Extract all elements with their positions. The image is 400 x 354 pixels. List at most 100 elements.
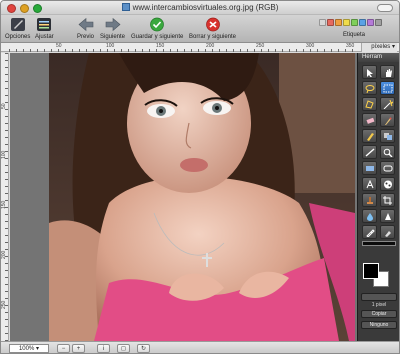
ruler-label: 200 bbox=[1, 250, 7, 259]
save-next-label: Guardar y siguiente bbox=[131, 34, 184, 40]
options-label: Opciones bbox=[5, 34, 31, 40]
tool-stamp-button[interactable] bbox=[362, 193, 377, 207]
document-icon bbox=[121, 3, 130, 11]
adjust-button[interactable]: Ajustar bbox=[35, 17, 54, 40]
info-icon: i bbox=[102, 346, 105, 352]
eyedropper-icon bbox=[366, 229, 375, 237]
next-label: Siguiente bbox=[100, 34, 126, 40]
none-select-value: Ninguno bbox=[369, 322, 389, 328]
ruler-label: 350 bbox=[346, 43, 355, 49]
palette-title: Herram bbox=[358, 53, 399, 62]
ruler-label: 250 bbox=[1, 300, 7, 309]
tool-lasso-button[interactable] bbox=[362, 81, 377, 95]
tool-eraser-button[interactable] bbox=[362, 113, 377, 127]
clone-icon bbox=[384, 133, 392, 140]
tool-poly-lasso-button[interactable] bbox=[362, 97, 377, 111]
tag-swatch[interactable] bbox=[327, 19, 334, 26]
title-bar: www.intercambiosvirtuales.org.jpg (RGB) bbox=[1, 1, 399, 15]
tag-swatch[interactable] bbox=[351, 19, 358, 26]
zoom-out-icon: − bbox=[61, 346, 66, 352]
pencil-icon bbox=[367, 133, 374, 141]
ruler-ticks bbox=[5, 53, 8, 341]
delete-next-label: Borrar y siguiente bbox=[189, 34, 237, 40]
tool-magic-wand-button[interactable] bbox=[380, 97, 395, 111]
poly-lasso-icon bbox=[365, 100, 374, 109]
tag-swatch[interactable] bbox=[359, 19, 366, 26]
tool-clone-button[interactable] bbox=[380, 129, 395, 143]
tool-pattern-button[interactable] bbox=[380, 177, 395, 191]
unit-select[interactable]: píxeles ▾ bbox=[361, 43, 397, 52]
rounded-rect-icon bbox=[383, 165, 393, 172]
tool-hand-button[interactable] bbox=[380, 65, 395, 79]
rectangle-icon bbox=[366, 166, 374, 171]
tool-brush-button[interactable] bbox=[380, 113, 395, 127]
delete-next-button[interactable]: Borrar y siguiente bbox=[189, 17, 236, 40]
vertical-ruler: 50 100 150 200 250 bbox=[1, 53, 9, 341]
tag-swatch[interactable] bbox=[343, 19, 350, 26]
tool-eyedropper-button[interactable] bbox=[362, 225, 377, 239]
tool-pencil-button[interactable] bbox=[362, 129, 377, 143]
zoom-out-button[interactable]: − bbox=[57, 344, 70, 353]
tool-rect-select-button[interactable] bbox=[380, 81, 395, 95]
adjust-icon bbox=[37, 18, 52, 31]
zoom-select[interactable]: 100% ▾ bbox=[9, 344, 49, 353]
none-select[interactable]: Ninguno bbox=[361, 321, 397, 329]
adjust-label: Ajustar bbox=[35, 34, 54, 40]
tag-swatch[interactable] bbox=[375, 19, 382, 26]
brush-size-bar[interactable] bbox=[362, 241, 396, 246]
image-canvas[interactable] bbox=[49, 53, 355, 341]
close-window-button[interactable] bbox=[7, 4, 16, 13]
tool-sharpen-button[interactable] bbox=[380, 209, 395, 223]
horizontal-ruler: 50 100 150 200 250 300 350 píxeles ▾ bbox=[1, 43, 399, 52]
tool-crop-button[interactable] bbox=[380, 193, 395, 207]
stamp-icon bbox=[367, 197, 373, 204]
photo-image bbox=[49, 53, 355, 341]
info-button[interactable]: i bbox=[97, 344, 110, 353]
tool-line-button[interactable] bbox=[362, 145, 377, 159]
ruler-label: 200 bbox=[206, 43, 215, 49]
eraser-icon bbox=[366, 117, 375, 124]
brush-hand-icon bbox=[385, 231, 391, 237]
previous-button[interactable]: Previo bbox=[77, 17, 94, 40]
tag-swatch[interactable] bbox=[319, 19, 326, 26]
zoom-value: 100% bbox=[18, 346, 35, 352]
next-button[interactable]: Siguiente bbox=[100, 17, 125, 40]
sharpen-icon bbox=[385, 213, 391, 220]
toolbar-toggle-button[interactable] bbox=[377, 4, 393, 12]
foreground-color-swatch[interactable] bbox=[363, 263, 379, 279]
zoom-in-button[interactable]: + bbox=[72, 344, 85, 353]
size-select[interactable] bbox=[361, 293, 397, 301]
tool-zoom-button[interactable] bbox=[380, 145, 395, 159]
tool-brush-hand-button[interactable] bbox=[380, 225, 395, 239]
zoom-in-icon: + bbox=[76, 346, 81, 352]
delete-icon bbox=[205, 17, 220, 32]
toolbar: Opciones Ajustar Previo Siguiente Guarda… bbox=[1, 15, 399, 43]
brush-icon bbox=[385, 117, 392, 125]
rotate-button[interactable]: ↻ bbox=[137, 344, 150, 353]
tool-rounded-rect-button[interactable] bbox=[380, 161, 395, 175]
save-next-button[interactable]: Guardar y siguiente bbox=[131, 17, 183, 40]
copy-select-value: Copiar bbox=[371, 311, 387, 317]
ruler-label: 300 bbox=[306, 43, 315, 49]
tool-text-button[interactable] bbox=[362, 177, 377, 191]
options-button[interactable]: Opciones bbox=[5, 17, 30, 40]
minimize-window-button[interactable] bbox=[20, 4, 29, 13]
copy-select[interactable]: Copiar bbox=[361, 310, 397, 318]
tool-rectangle-button[interactable] bbox=[362, 161, 377, 175]
tag-swatch[interactable] bbox=[367, 19, 374, 26]
tag-swatch[interactable] bbox=[335, 19, 342, 26]
checkmark-icon bbox=[150, 17, 165, 32]
zoom-window-button[interactable] bbox=[33, 4, 42, 13]
crop-icon bbox=[383, 196, 392, 205]
drop-icon bbox=[367, 213, 373, 221]
magic-wand-icon bbox=[383, 100, 393, 109]
ruler-label: 150 bbox=[1, 200, 7, 209]
unit-value: píxeles bbox=[371, 44, 391, 50]
tool-arrow-button[interactable] bbox=[362, 65, 377, 79]
lasso-icon bbox=[365, 85, 375, 93]
fit-button[interactable]: ◻ bbox=[117, 344, 130, 353]
tools-palette: Herram 1 pixel Copiar Ninguno bbox=[357, 53, 399, 341]
tag-label: Etiqueta bbox=[343, 32, 366, 38]
pattern-icon bbox=[384, 180, 392, 189]
tool-drop-button[interactable] bbox=[362, 209, 377, 223]
